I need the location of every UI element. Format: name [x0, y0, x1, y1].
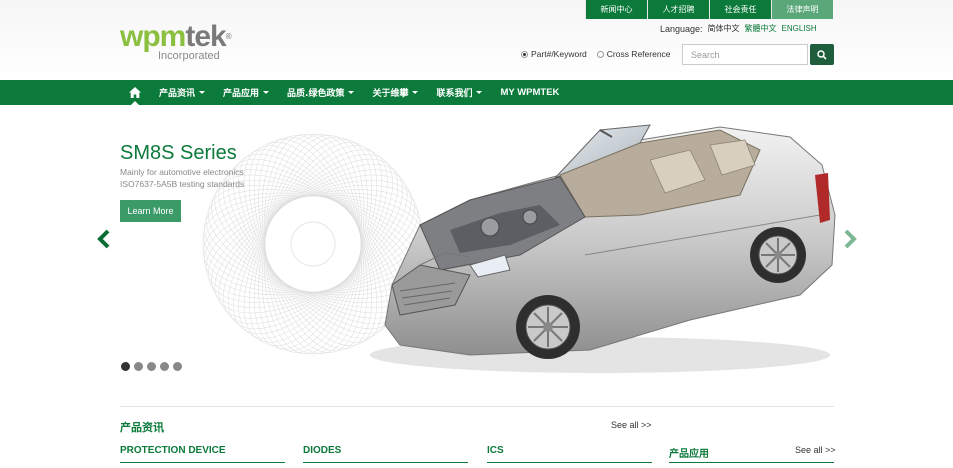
applications-see-all-link[interactable]: See all >>	[795, 445, 836, 455]
logo[interactable]: wpmtek® Incorporated	[120, 22, 250, 64]
lang-traditional[interactable]: 繁體中文	[745, 23, 777, 34]
top-link-responsibility[interactable]: 社会责任	[709, 0, 771, 19]
caret-down-icon	[263, 91, 270, 94]
top-links: 新闻中心 人才招聘 社会责任 法律声明	[585, 0, 833, 19]
radio-part-keyword[interactable]: Part#/Keyword	[521, 49, 587, 59]
top-link-careers[interactable]: 人才招聘	[647, 0, 709, 19]
category-diodes[interactable]: DIODES	[303, 445, 341, 456]
radio-cross-reference[interactable]: Cross Reference	[596, 49, 671, 59]
category-protection-device[interactable]: PROTECTION DEVICE	[120, 445, 226, 456]
carousel-dot[interactable]	[134, 362, 143, 371]
category-ics[interactable]: ICS	[487, 445, 504, 456]
search-icon	[817, 49, 827, 60]
category-underline	[487, 462, 652, 463]
nav-products[interactable]: 产品资讯	[150, 80, 214, 105]
nav-about[interactable]: 关于维攀	[363, 80, 427, 105]
lang-simplified[interactable]: 简体中文	[708, 23, 740, 34]
products-see-all-link[interactable]: See all >>	[611, 420, 652, 430]
nav-contact-label: 联系我们	[436, 89, 473, 99]
carousel-next-button[interactable]	[844, 229, 858, 254]
search-input[interactable]: Search	[682, 44, 808, 65]
nav-quality-label: 品质.绿色政策	[287, 89, 345, 99]
nav-about-label: 关于维攀	[372, 89, 409, 99]
caret-down-icon	[412, 91, 419, 94]
carousel-dot[interactable]	[160, 362, 169, 371]
hero-subtitle-1: Mainly for automotive electronics	[120, 167, 244, 177]
carousel-dot[interactable]	[173, 362, 182, 371]
chevron-right-icon	[844, 229, 857, 249]
page: 新闻中心 人才招聘 社会责任 法律声明 wpmtek® Incorporated…	[0, 0, 953, 468]
chevron-left-icon	[97, 229, 110, 249]
nav-applications[interactable]: 产品应用	[214, 80, 278, 105]
radio-cross-label: Cross Reference	[606, 49, 671, 59]
learn-more-button[interactable]: Learn More	[120, 200, 181, 222]
nav-home[interactable]	[120, 80, 150, 106]
nav-quality[interactable]: 品质.绿色政策	[278, 80, 363, 105]
carousel-indicators	[121, 362, 182, 371]
products-section-title: 产品资讯	[120, 421, 164, 434]
caret-down-icon	[476, 91, 483, 94]
radio-on-icon	[521, 50, 528, 58]
main-nav: 产品资讯 产品应用 品质.绿色政策 关于维攀 联系我们 MY WPMTEK	[0, 80, 953, 106]
logo-tek: tek	[185, 20, 226, 53]
search-mode: Part#/Keyword Cross Reference	[521, 49, 671, 59]
carousel-prev-button[interactable]	[96, 229, 110, 254]
carousel-dot[interactable]	[121, 362, 130, 371]
nav-contact[interactable]: 联系我们	[427, 80, 491, 105]
logo-wp: wpm	[120, 20, 186, 53]
top-link-legal[interactable]: 法律声明	[771, 0, 833, 19]
lang-english[interactable]: ENGLISH	[782, 24, 817, 33]
logo-registered: ®	[225, 32, 232, 41]
header: 新闻中心 人才招聘 社会责任 法律声明 wpmtek® Incorporated…	[0, 0, 953, 80]
nav-my-wpmtek[interactable]: MY WPMTEK	[491, 80, 568, 105]
hero-carousel: SM8S Series Mainly for automotive electr…	[0, 105, 953, 390]
radio-part-label: Part#/Keyword	[531, 49, 587, 59]
carousel-dot[interactable]	[147, 362, 156, 371]
caret-down-icon	[199, 91, 206, 94]
language-label: Language:	[660, 23, 703, 34]
language-selector: Language: 简体中文 繁體中文 ENGLISH	[660, 23, 817, 34]
category-underline	[303, 462, 468, 463]
home-icon	[129, 87, 141, 98]
section-divider	[120, 406, 834, 407]
caret-down-icon	[348, 91, 355, 94]
radio-off-icon	[596, 50, 604, 58]
category-underline	[669, 462, 834, 463]
applications-section-title: 产品应用	[669, 449, 709, 460]
hero-subtitle-2: ISO7637-5A5B testing standards	[120, 179, 245, 189]
nav-applications-label: 产品应用	[223, 89, 260, 99]
top-link-news[interactable]: 新闻中心	[585, 0, 647, 19]
nav-products-label: 产品资讯	[159, 89, 196, 99]
hero-title: SM8S Series	[120, 142, 237, 164]
logo-subtitle: Incorporated	[158, 50, 220, 62]
search-button[interactable]	[810, 44, 834, 65]
category-underline	[120, 462, 285, 463]
